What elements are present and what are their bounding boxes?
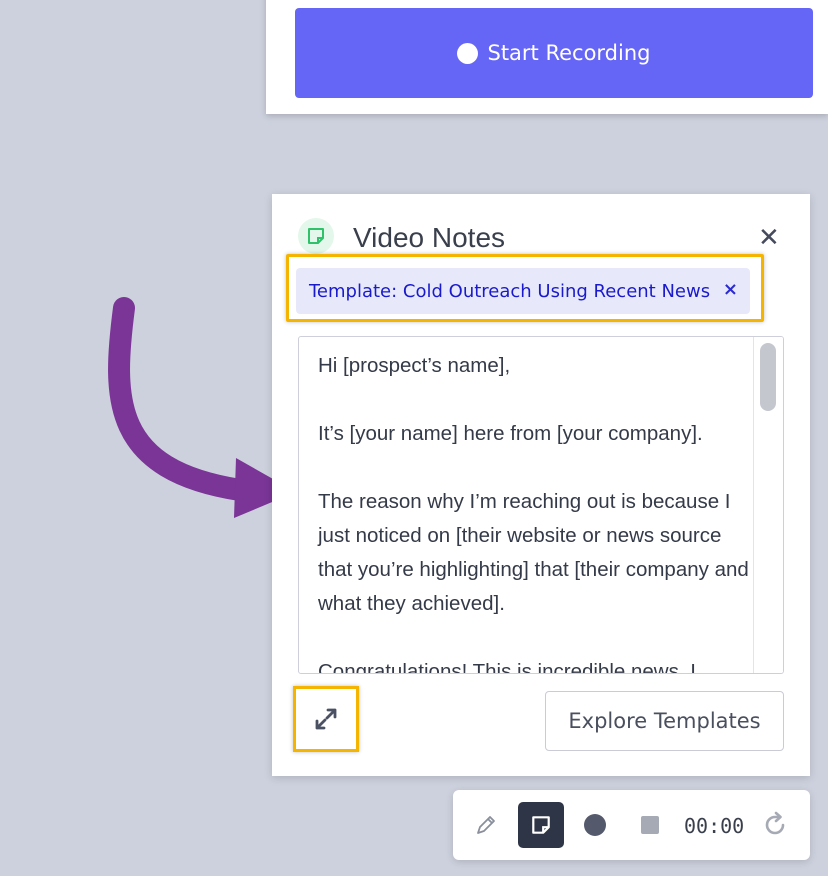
expand-arrows-icon (315, 708, 337, 730)
note-icon (532, 816, 550, 834)
notes-toggle-button[interactable] (518, 802, 564, 848)
notes-content: Hi [prospect’s name], It’s [your name] h… (318, 349, 758, 674)
notes-paragraph: Congratulations! This is incredible news… (318, 660, 696, 674)
notes-title: Video Notes (353, 222, 506, 253)
notes-paragraph: The reason why I’m reaching out is becau… (318, 490, 749, 615)
scrollbar-thumb[interactable] (760, 343, 776, 411)
template-chip: Template: Cold Outreach Using Recent New… (296, 268, 750, 314)
pencil-icon[interactable] (463, 802, 509, 848)
recorder-toolbar: 00:00 (453, 790, 810, 860)
notes-textarea[interactable]: Hi [prospect’s name], It’s [your name] h… (298, 336, 784, 674)
record-dot-icon[interactable] (572, 802, 618, 848)
notes-paragraph: Hi [prospect’s name], (318, 354, 511, 377)
remove-template-icon[interactable]: × (723, 279, 738, 300)
close-icon[interactable]: ✕ (758, 224, 780, 252)
note-icon (298, 218, 334, 254)
explore-templates-button[interactable]: Explore Templates (545, 691, 784, 751)
notes-paragraph: It’s [your name] here from [your company… (318, 422, 703, 445)
refresh-icon[interactable] (752, 802, 798, 848)
expand-button[interactable] (293, 686, 359, 752)
scrollbar[interactable] (753, 337, 783, 673)
video-notes-panel: Video Notes ✕ Template: Cold Outreach Us… (272, 194, 810, 776)
stop-square-icon[interactable] (627, 802, 673, 848)
recording-timer: 00:00 (684, 814, 745, 838)
template-label: Template: Cold Outreach Using Recent New… (309, 280, 711, 302)
